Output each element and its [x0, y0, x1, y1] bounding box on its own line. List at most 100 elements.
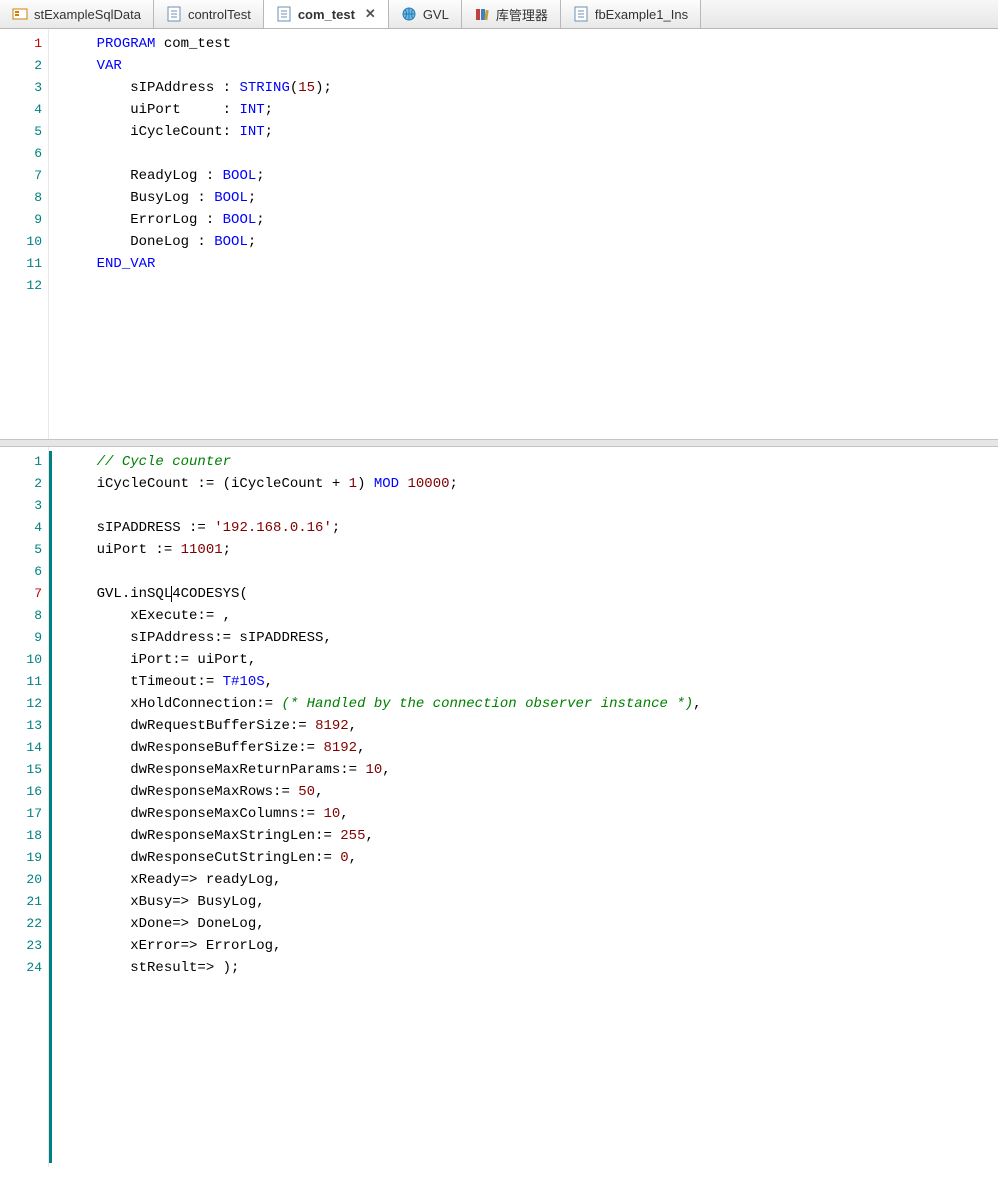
line-number: 5: [0, 121, 42, 143]
code-line[interactable]: xReady=> readyLog,: [63, 869, 998, 891]
pou-icon: [573, 6, 589, 22]
code-line[interactable]: END_VAR: [63, 253, 998, 275]
line-number: 20: [0, 869, 42, 891]
tab-3[interactable]: GVL: [389, 0, 462, 28]
code-line[interactable]: dwResponseBufferSize:= 8192,: [63, 737, 998, 759]
line-number: 8: [0, 187, 42, 209]
code-line[interactable]: sIPADDRESS := '192.168.0.16';: [63, 517, 998, 539]
code-line[interactable]: sIPAddress:= sIPADDRESS,: [63, 627, 998, 649]
line-number: 10: [0, 649, 42, 671]
code-line[interactable]: xDone=> DoneLog,: [63, 913, 998, 935]
line-number: 5: [0, 539, 42, 561]
line-number: 13: [0, 715, 42, 737]
code-line[interactable]: iPort:= uiPort,: [63, 649, 998, 671]
code-top[interactable]: PROGRAM com_test VAR sIPAddress : STRING…: [49, 29, 998, 439]
tab-4[interactable]: 库管理器: [462, 0, 561, 28]
code-line[interactable]: // Cycle counter: [63, 451, 998, 473]
code-line[interactable]: xBusy=> BusyLog,: [63, 891, 998, 913]
code-line[interactable]: sIPAddress : STRING(15);: [63, 77, 998, 99]
gutter-top: 123456789101112: [0, 29, 49, 439]
line-number: 22: [0, 913, 42, 935]
code-line[interactable]: iCycleCount: INT;: [63, 121, 998, 143]
line-number: 6: [0, 561, 42, 583]
pou-icon: [276, 6, 292, 22]
implementation-pane: 123456789101112131415161718192021222324 …: [0, 447, 998, 1167]
code-bottom[interactable]: // Cycle counter iCycleCount := (iCycleC…: [49, 447, 998, 1167]
code-line[interactable]: dwResponseMaxRows:= 50,: [63, 781, 998, 803]
declaration-pane: 123456789101112 PROGRAM com_test VAR sIP…: [0, 29, 998, 439]
line-number: 2: [0, 55, 42, 77]
line-number: 11: [0, 253, 42, 275]
library-icon: [474, 6, 490, 22]
line-number: 3: [0, 77, 42, 99]
line-number: 9: [0, 627, 42, 649]
line-number: 16: [0, 781, 42, 803]
line-number: 17: [0, 803, 42, 825]
code-line[interactable]: [63, 561, 998, 583]
tab-0[interactable]: stExampleSqlData: [0, 0, 154, 28]
tab-label: fbExample1_Ins: [595, 7, 688, 22]
line-number: 4: [0, 99, 42, 121]
code-line[interactable]: dwResponseMaxReturnParams:= 10,: [63, 759, 998, 781]
code-line[interactable]: ErrorLog : BOOL;: [63, 209, 998, 231]
line-number: 23: [0, 935, 42, 957]
line-number: 7: [0, 165, 42, 187]
pou-icon: [166, 6, 182, 22]
code-line[interactable]: [63, 143, 998, 165]
gutter-bottom: 123456789101112131415161718192021222324: [0, 447, 49, 1167]
code-line[interactable]: xHoldConnection:= (* Handled by the conn…: [63, 693, 998, 715]
tab-label: 库管理器: [496, 5, 548, 24]
code-line[interactable]: uiPort := 11001;: [63, 539, 998, 561]
code-line[interactable]: ReadyLog : BOOL;: [63, 165, 998, 187]
line-number: 1: [0, 451, 42, 473]
line-number: 1: [0, 33, 42, 55]
code-line[interactable]: [63, 495, 998, 517]
tab-label: controlTest: [188, 7, 251, 22]
line-number: 21: [0, 891, 42, 913]
line-number: 4: [0, 517, 42, 539]
code-line[interactable]: DoneLog : BOOL;: [63, 231, 998, 253]
line-number: 11: [0, 671, 42, 693]
line-number: 7: [0, 583, 42, 605]
pane-splitter[interactable]: [0, 439, 998, 447]
code-line[interactable]: VAR: [63, 55, 998, 77]
line-number: 6: [0, 143, 42, 165]
line-number: 2: [0, 473, 42, 495]
line-number: 10: [0, 231, 42, 253]
tab-1[interactable]: controlTest: [154, 0, 264, 28]
code-line[interactable]: iCycleCount := (iCycleCount + 1) MOD 100…: [63, 473, 998, 495]
code-line[interactable]: PROGRAM com_test: [63, 33, 998, 55]
line-number: 3: [0, 495, 42, 517]
code-line[interactable]: xExecute:= ,: [63, 605, 998, 627]
code-line[interactable]: stResult=> );: [63, 957, 998, 979]
line-number: 18: [0, 825, 42, 847]
line-number: 9: [0, 209, 42, 231]
code-line[interactable]: [63, 275, 998, 297]
globe-icon: [401, 6, 417, 22]
code-line[interactable]: xError=> ErrorLog,: [63, 935, 998, 957]
tab-label: GVL: [423, 7, 449, 22]
line-number: 19: [0, 847, 42, 869]
change-bar: [49, 451, 52, 1163]
line-number: 15: [0, 759, 42, 781]
tab-label: com_test: [298, 7, 355, 22]
tab-2[interactable]: com_test ✕: [264, 0, 389, 28]
code-line[interactable]: dwResponseMaxStringLen:= 255,: [63, 825, 998, 847]
code-line[interactable]: tTimeout:= T#10S,: [63, 671, 998, 693]
tab-label: stExampleSqlData: [34, 7, 141, 22]
code-line[interactable]: GVL.inSQL4CODESYS(: [63, 583, 998, 605]
code-line[interactable]: dwRequestBufferSize:= 8192,: [63, 715, 998, 737]
line-number: 12: [0, 275, 42, 297]
code-line[interactable]: dwResponseCutStringLen:= 0,: [63, 847, 998, 869]
code-line[interactable]: dwResponseMaxColumns:= 10,: [63, 803, 998, 825]
code-line[interactable]: uiPort : INT;: [63, 99, 998, 121]
line-number: 12: [0, 693, 42, 715]
struct-icon: [12, 6, 28, 22]
code-line[interactable]: BusyLog : BOOL;: [63, 187, 998, 209]
tab-bar: stExampleSqlData controlTest com_test ✕ GVL 库…: [0, 0, 998, 29]
line-number: 24: [0, 957, 42, 979]
line-number: 8: [0, 605, 42, 627]
close-icon[interactable]: ✕: [365, 6, 376, 22]
tab-5[interactable]: fbExample1_Ins: [561, 0, 701, 28]
line-number: 14: [0, 737, 42, 759]
